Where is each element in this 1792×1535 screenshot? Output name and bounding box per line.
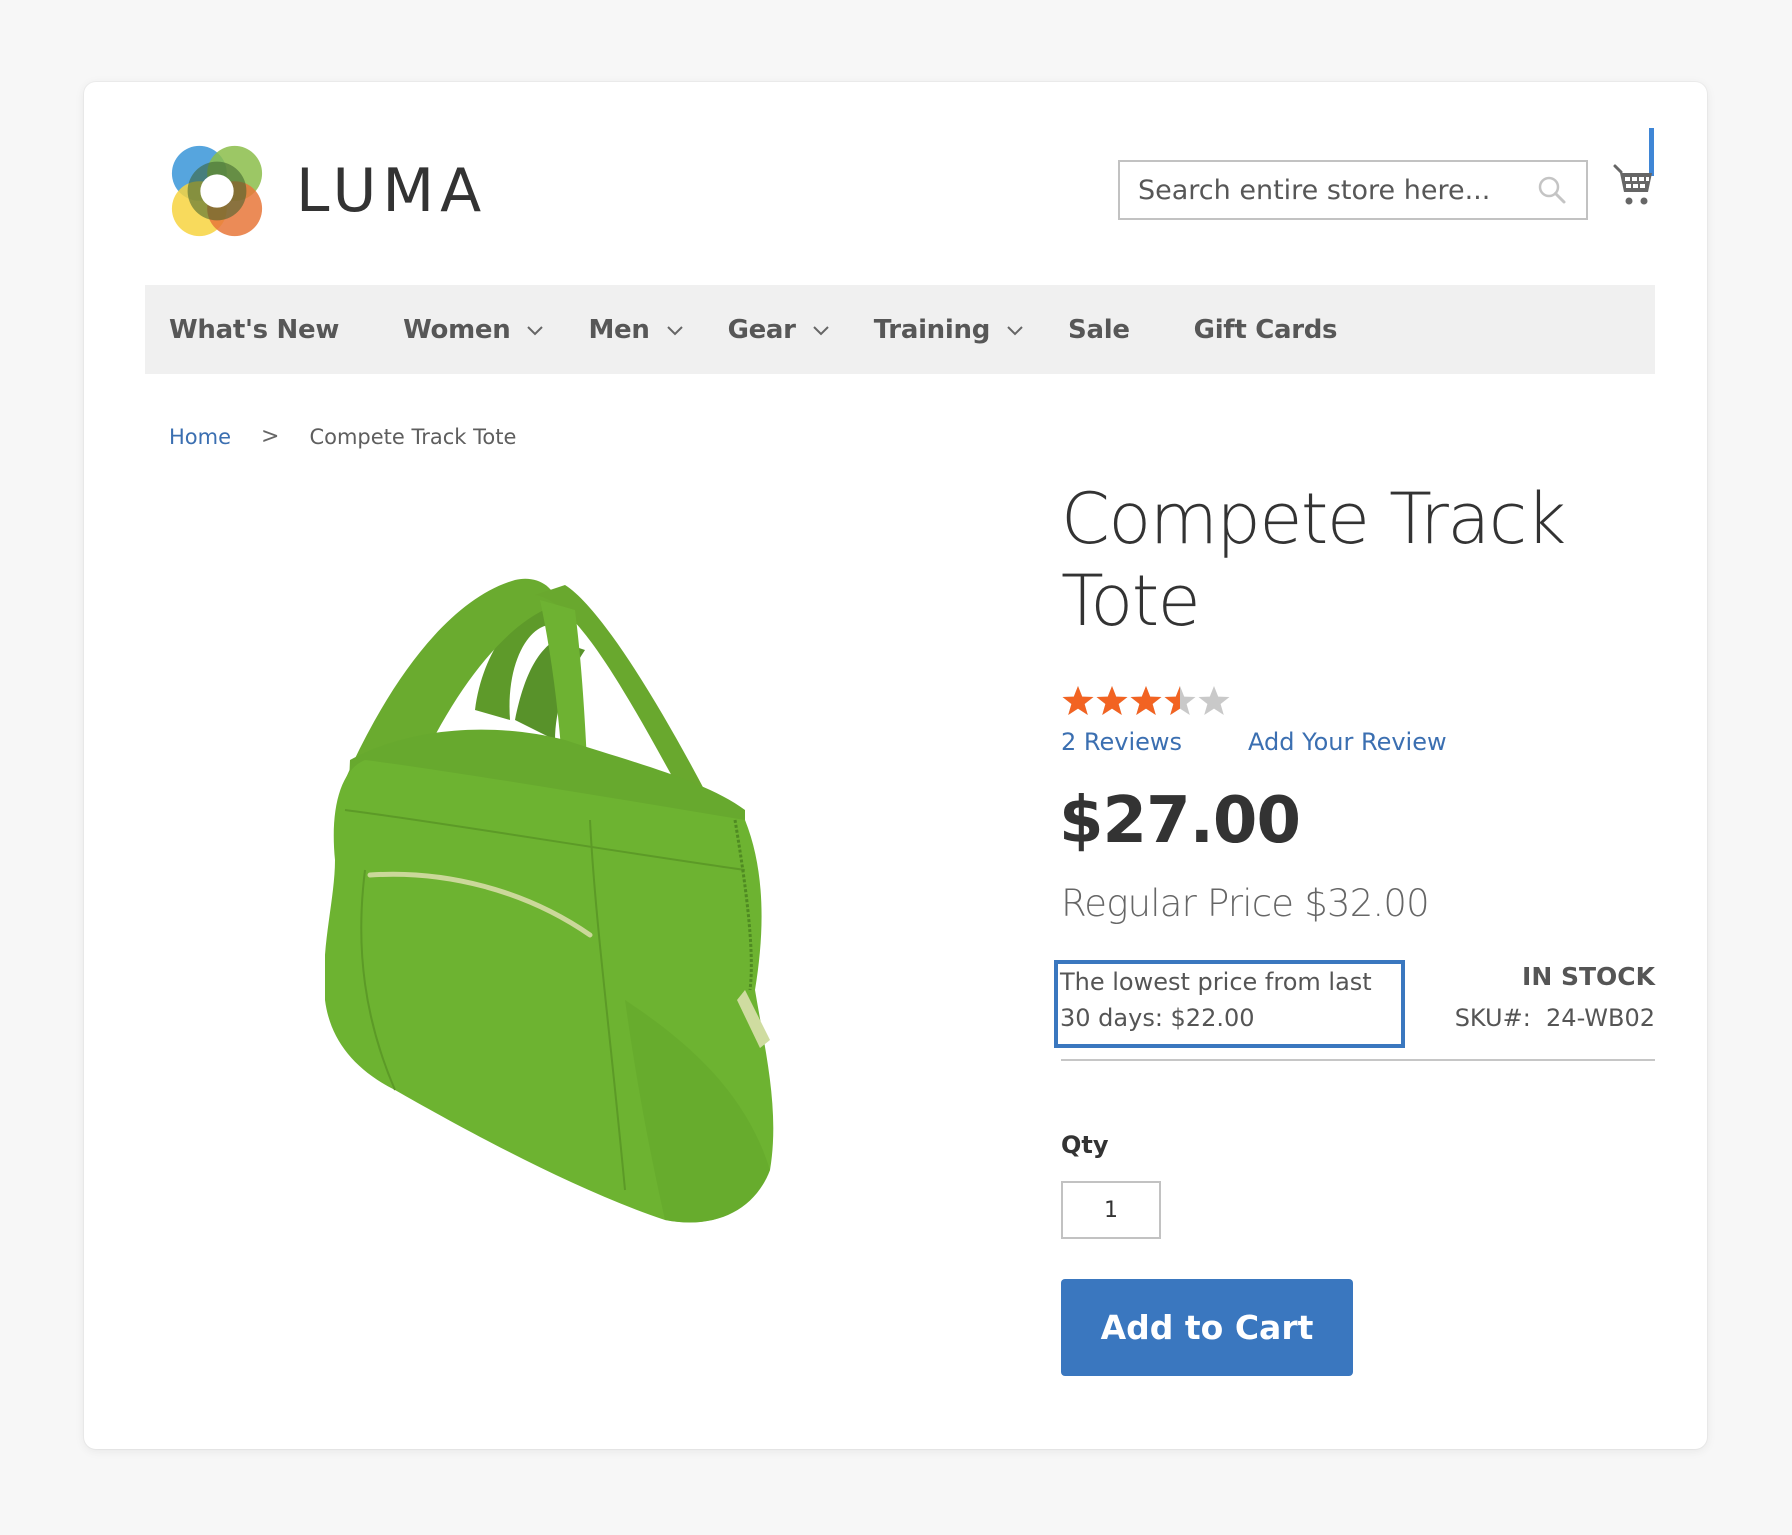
product-title: Compete Track Tote bbox=[1061, 478, 1566, 642]
star-icon bbox=[1130, 686, 1162, 715]
add-to-cart-button[interactable]: Add to Cart bbox=[1061, 1279, 1353, 1376]
reviews-links: 2 Reviews Add Your Review bbox=[1061, 728, 1447, 756]
reviews-count-link[interactable]: 2 Reviews bbox=[1061, 728, 1182, 756]
nav-item-label: Gift Cards bbox=[1193, 314, 1338, 345]
nav-item-women[interactable]: Women bbox=[403, 315, 544, 345]
rating-stars bbox=[1061, 684, 1231, 718]
product-sku: SKU#: 24-WB02 bbox=[1454, 1004, 1655, 1032]
nav-item-label: Sale bbox=[1068, 314, 1130, 345]
nav-item-gift-cards[interactable]: Gift Cards bbox=[1194, 315, 1338, 345]
breadcrumb-home-link[interactable]: Home bbox=[169, 425, 231, 449]
breadcrumb-current: Compete Track Tote bbox=[309, 424, 517, 449]
breadcrumb-separator-icon: > bbox=[261, 424, 280, 449]
nav-item-label: Women bbox=[403, 314, 511, 345]
qty-input[interactable] bbox=[1061, 1181, 1161, 1239]
star-icon bbox=[1164, 686, 1180, 715]
search-box bbox=[1118, 160, 1588, 220]
search-input[interactable] bbox=[1120, 162, 1536, 218]
luma-logo-icon bbox=[171, 145, 263, 237]
breadcrumb: Home > Compete Track Tote bbox=[169, 424, 516, 449]
chevron-down-icon bbox=[527, 325, 544, 335]
nav-item-sale[interactable]: Sale bbox=[1068, 315, 1130, 345]
nav-item-label: What's New bbox=[169, 314, 340, 345]
main-navigation: What's New Women Men Gear Training Sale … bbox=[145, 285, 1655, 374]
nav-item-gear[interactable]: Gear bbox=[728, 315, 830, 345]
stock-status: IN STOCK bbox=[1522, 962, 1655, 991]
nav-item-label: Gear bbox=[727, 314, 796, 345]
add-review-link[interactable]: Add Your Review bbox=[1248, 728, 1447, 756]
chevron-down-icon bbox=[1007, 325, 1023, 335]
star-icon bbox=[1096, 686, 1128, 715]
rating-stars-filled bbox=[1061, 684, 1180, 718]
lowest-price-notice: The lowest price from last 30 days: $22.… bbox=[1054, 960, 1405, 1048]
regular-price: Regular Price $32.00 bbox=[1061, 882, 1430, 925]
shopping-cart-icon[interactable] bbox=[1612, 162, 1656, 208]
star-icon bbox=[1062, 686, 1094, 715]
final-price: $27.00 bbox=[1059, 784, 1301, 858]
logo-wordmark: LUMA bbox=[296, 156, 488, 226]
qty-label: Qty bbox=[1061, 1131, 1109, 1159]
nav-item-men[interactable]: Men bbox=[588, 315, 683, 345]
chevron-down-icon bbox=[813, 325, 829, 335]
search-icon[interactable] bbox=[1536, 174, 1568, 206]
nav-item-label: Men bbox=[588, 314, 650, 345]
store-logo[interactable]: LUMA bbox=[168, 142, 487, 240]
star-icon bbox=[1198, 686, 1230, 715]
nav-item-training[interactable]: Training bbox=[874, 315, 1024, 345]
divider bbox=[1061, 1059, 1655, 1061]
nav-item-label: Training bbox=[873, 314, 991, 345]
product-image[interactable] bbox=[325, 570, 865, 1240]
chevron-down-icon bbox=[666, 325, 683, 335]
nav-item-whats-new[interactable]: What's New bbox=[169, 315, 339, 345]
